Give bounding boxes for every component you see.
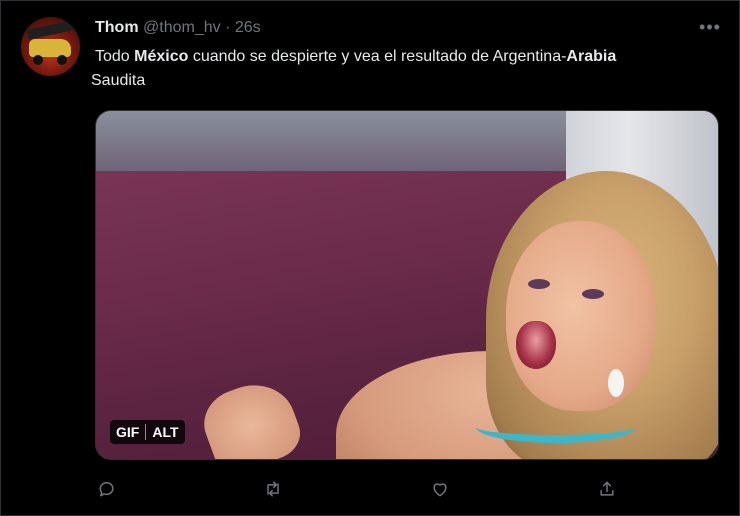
media-arm: [195, 373, 307, 459]
avatar-car: [29, 39, 71, 57]
avatar-wheel: [33, 55, 43, 65]
alt-badge[interactable]: ALT: [146, 420, 184, 444]
more-horizontal-icon: •••: [699, 17, 721, 37]
media-eye: [582, 289, 604, 299]
avatar-wheel: [57, 55, 67, 65]
retweet-button[interactable]: [261, 477, 285, 501]
tweet-card: Thom @thom_hv · 26s ••• Todo México cuan…: [0, 0, 740, 516]
tweet-text-bold: Arabia: [566, 48, 617, 65]
tweet-text: Todo México cuando se despierte y vea el…: [91, 45, 715, 93]
like-button[interactable]: [428, 477, 452, 501]
media-face: [506, 221, 656, 411]
share-button[interactable]: [595, 477, 619, 501]
gif-media[interactable]: GIF ALT: [95, 110, 719, 460]
media-eye: [528, 279, 550, 289]
more-options-button[interactable]: •••: [695, 15, 725, 39]
avatar-stripe: [26, 20, 74, 40]
separator-dot: ·: [225, 19, 231, 36]
share-icon: [600, 481, 614, 496]
tweet-text-bold: México: [134, 48, 189, 65]
media-mouth: [516, 321, 556, 369]
avatar[interactable]: [21, 17, 80, 76]
tweet-text-part: Todo: [95, 48, 135, 65]
tweet-actions: [95, 477, 625, 501]
tweet-text-part: cuando se despierte y vea el resultado d…: [188, 48, 567, 65]
media-necklace: [476, 411, 636, 443]
author-handle[interactable]: @thom_hv: [143, 19, 221, 36]
tweet-timestamp[interactable]: 26s: [235, 19, 261, 36]
author-name[interactable]: Thom: [95, 19, 139, 36]
reply-button[interactable]: [95, 477, 119, 501]
reply-icon: [99, 481, 114, 497]
gif-badge: GIF: [116, 424, 140, 440]
tweet-text-part: Saudita: [91, 72, 146, 89]
media-earring: [608, 369, 624, 397]
retweet-icon: [267, 481, 279, 497]
heart-icon: [433, 483, 447, 497]
media-badges: GIF ALT: [110, 420, 185, 444]
tweet-header: Thom @thom_hv · 26s: [95, 18, 261, 38]
